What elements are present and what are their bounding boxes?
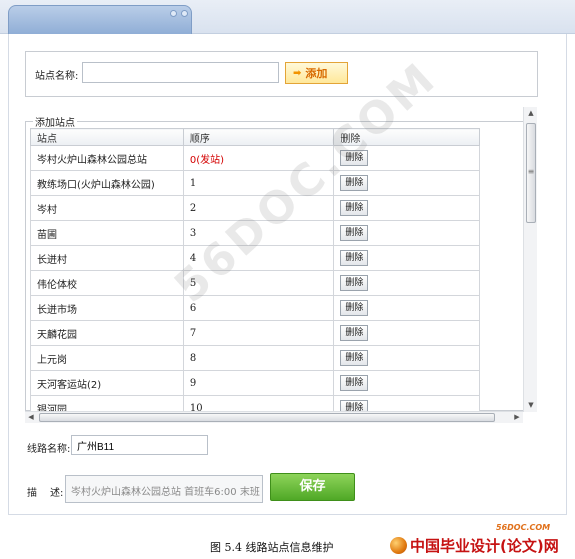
station-table: 站点 顺序 删除 岑村火炉山森林公园总站 0(发站) 删除 教练场口(火炉山森林公园)… xyxy=(30,128,480,411)
scroll-down-icon[interactable]: ▼ xyxy=(524,399,538,412)
logo-text: 中国毕业设计(论文)网 xyxy=(410,537,559,555)
station-name-cell: 上元岗 xyxy=(30,345,184,371)
table-row: 天河客运站(2) 9 删除 xyxy=(30,370,480,396)
table-row: 苗圃 3 删除 xyxy=(30,220,480,246)
delete-button[interactable]: 删除 xyxy=(340,250,369,266)
station-order-cell: 7 xyxy=(182,320,335,346)
route-name-input[interactable] xyxy=(71,435,208,455)
station-delete-cell: 删除 xyxy=(333,220,480,246)
station-name-cell: 长迸市场 xyxy=(30,295,184,321)
delete-button[interactable]: 删除 xyxy=(340,375,369,391)
tab-dot-icon xyxy=(170,10,177,17)
table-row: 岑村火炉山森林公园总站 0(发站) 删除 xyxy=(30,145,480,171)
panel-bottom-border xyxy=(8,514,567,515)
station-order-cell: 4 xyxy=(182,245,335,271)
table-row: 长迸市场 6 删除 xyxy=(30,295,480,321)
station-list-legend: 添加站点 xyxy=(33,114,77,129)
station-order-cell: 9 xyxy=(182,370,335,396)
description-input[interactable]: 岑村火炉山森林公园总站 首班车6:00 末班 xyxy=(65,475,263,503)
station-table-viewport: 站点 顺序 删除 岑村火炉山森林公园总站 0(发站) 删除 教练场口(火炉山森林公园)… xyxy=(30,128,480,411)
delete-button[interactable]: 删除 xyxy=(340,350,369,366)
table-row: 岑村 2 删除 xyxy=(30,195,480,221)
description-label-a: 描 xyxy=(27,488,37,499)
delete-button[interactable]: 删除 xyxy=(340,225,369,241)
station-order-cell: 8 xyxy=(182,345,335,371)
delete-button[interactable]: 删除 xyxy=(340,325,369,341)
station-order-cell: 2 xyxy=(182,195,335,221)
delete-button[interactable]: 删除 xyxy=(340,300,369,316)
vertical-scrollbar[interactable]: ▲ ≡ ▼ xyxy=(523,107,537,412)
station-delete-cell: 删除 xyxy=(333,170,480,196)
station-name-cell: 银河园 xyxy=(30,395,184,411)
station-name-cell: 岑村火炉山森林公园总站 xyxy=(30,145,184,171)
globe-icon xyxy=(390,537,407,554)
delete-button[interactable]: 删除 xyxy=(340,200,369,216)
scroll-left-icon[interactable]: ◀ xyxy=(25,412,37,423)
station-order-cell: 10 xyxy=(182,395,335,411)
figure-caption: 图 5.4 线路站点信息维护 xyxy=(210,541,334,554)
scroll-up-icon[interactable]: ▲ xyxy=(524,107,538,120)
horizontal-scrollbar[interactable]: ◀ ▶ xyxy=(25,411,523,423)
window-tab[interactable] xyxy=(8,5,192,34)
scroll-right-icon[interactable]: ▶ xyxy=(511,412,523,423)
station-order-cell: 3 xyxy=(182,220,335,246)
tab-dot-icon xyxy=(181,10,188,17)
table-row: 伟伦体校 5 删除 xyxy=(30,270,480,296)
station-name-cell: 天河客运站(2) xyxy=(30,370,184,396)
station-name-cell: 岑村 xyxy=(30,195,184,221)
station-name-cell: 天麟花园 xyxy=(30,320,184,346)
station-delete-cell: 删除 xyxy=(333,295,480,321)
column-header-order[interactable]: 顺序 xyxy=(182,128,335,146)
arrow-right-icon: ➡ xyxy=(293,67,302,79)
station-delete-cell: 删除 xyxy=(333,395,480,411)
horizontal-scrollbar-thumb[interactable] xyxy=(39,413,495,422)
station-order-cell: 0(发站) xyxy=(182,145,335,171)
table-row: 上元岗 8 删除 xyxy=(30,345,480,371)
station-delete-cell: 删除 xyxy=(333,320,480,346)
station-delete-cell: 删除 xyxy=(333,195,480,221)
column-header-delete[interactable]: 删除 xyxy=(333,128,480,146)
delete-button[interactable]: 删除 xyxy=(340,400,369,411)
table-row: 长迸村 4 删除 xyxy=(30,245,480,271)
station-name-cell: 伟伦体校 xyxy=(30,270,184,296)
delete-button[interactable]: 删除 xyxy=(340,175,369,191)
station-delete-cell: 删除 xyxy=(333,245,480,271)
station-name-cell: 教练场口(火炉山森林公园) xyxy=(30,170,184,196)
delete-button[interactable]: 删除 xyxy=(340,150,369,166)
table-row: 教练场口(火炉山森林公园) 1 删除 xyxy=(30,170,480,196)
route-name-label: 线路名称: xyxy=(27,444,71,455)
station-name-input[interactable] xyxy=(82,62,279,83)
station-name-cell: 苗圃 xyxy=(30,220,184,246)
station-delete-cell: 删除 xyxy=(333,145,480,171)
logo-url: 56DOC.COM xyxy=(496,523,551,532)
station-delete-cell: 删除 xyxy=(333,345,480,371)
scrollbar-thumb[interactable]: ≡ xyxy=(526,123,536,223)
station-delete-cell: 删除 xyxy=(333,370,480,396)
description-label-b: 述: xyxy=(50,488,64,499)
add-button[interactable]: ➡ 添加 xyxy=(285,62,348,84)
column-header-station[interactable]: 站点 xyxy=(30,128,184,146)
table-row: 银河园 10 删除 xyxy=(30,395,480,411)
top-header-bar xyxy=(0,0,575,34)
save-button[interactable]: 保存 xyxy=(270,473,355,501)
table-header-row: 站点 顺序 删除 xyxy=(30,128,480,146)
station-name-cell: 长迸村 xyxy=(30,245,184,271)
station-order-cell: 5 xyxy=(182,270,335,296)
station-order-cell: 6 xyxy=(182,295,335,321)
station-order-cell: 1 xyxy=(182,170,335,196)
station-name-label: 站点名称: xyxy=(35,71,79,82)
site-logo: 56DOC.COM 中国毕业设计(论文)网 xyxy=(384,522,574,559)
delete-button[interactable]: 删除 xyxy=(340,275,369,291)
station-delete-cell: 删除 xyxy=(333,270,480,296)
table-row: 天麟花园 7 删除 xyxy=(30,320,480,346)
add-button-label: 添加 xyxy=(305,67,328,80)
